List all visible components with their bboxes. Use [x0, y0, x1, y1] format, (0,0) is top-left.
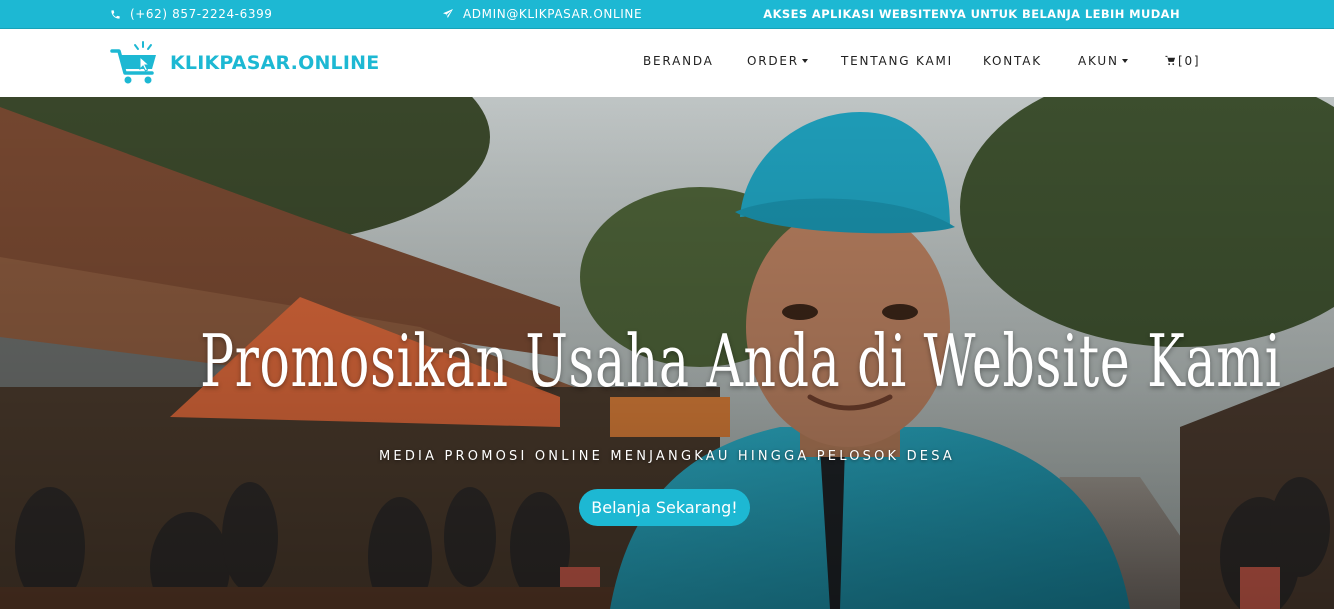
nav-akun-dropdown[interactable]: AKUN	[1078, 54, 1128, 68]
hero-subtitle: MEDIA PROMOSI ONLINE MENJANGKAU HINGGA P…	[379, 449, 955, 464]
hero-section: Promosikan Usaha Anda di Website Kami ME…	[0, 97, 1334, 609]
phone-contact[interactable]: (+62) 857-2224-6399	[110, 7, 273, 21]
main-nav: BERANDA ORDER TENTANG KAMI KONTAK AKUN […	[0, 54, 1334, 74]
nav-label: ORDER	[747, 54, 799, 68]
nav-label: AKUN	[1078, 54, 1119, 68]
shop-now-button[interactable]: Belanja Sekarang!	[579, 489, 750, 526]
nav-kontak[interactable]: KONTAK	[983, 54, 1042, 68]
nav-beranda[interactable]: BERANDA	[643, 54, 714, 68]
navbar: KLIKPASAR.ONLINE BERANDA ORDER TENTANG K…	[0, 29, 1334, 97]
email-contact[interactable]: ADMIN@KLIKPASAR.ONLINE	[442, 7, 642, 21]
nav-label: TENTANG KAMI	[841, 54, 953, 68]
nav-label: KONTAK	[983, 54, 1042, 68]
email-address: ADMIN@KLIKPASAR.ONLINE	[463, 7, 643, 21]
caret-down-icon	[801, 59, 808, 63]
nav-label: BERANDA	[643, 54, 714, 68]
nav-tentang-kami[interactable]: TENTANG KAMI	[841, 54, 953, 68]
hero-title: Promosikan Usaha Anda di Website Kami	[200, 319, 1282, 403]
cart-icon	[1165, 55, 1176, 66]
top-info-bar: (+62) 857-2224-6399 ADMIN@KLIKPASAR.ONLI…	[0, 0, 1334, 29]
cart-count: [0]	[1178, 54, 1201, 68]
nav-order-dropdown[interactable]: ORDER	[747, 54, 808, 68]
phone-number: (+62) 857-2224-6399	[130, 7, 273, 21]
caret-down-icon	[1121, 59, 1128, 63]
nav-cart[interactable]: [0]	[1165, 54, 1200, 68]
phone-icon	[111, 9, 120, 19]
topbar-tagline: AKSES APLIKASI WEBSITENYA UNTUK BELANJA …	[763, 7, 1180, 21]
paper-plane-icon	[443, 9, 453, 18]
